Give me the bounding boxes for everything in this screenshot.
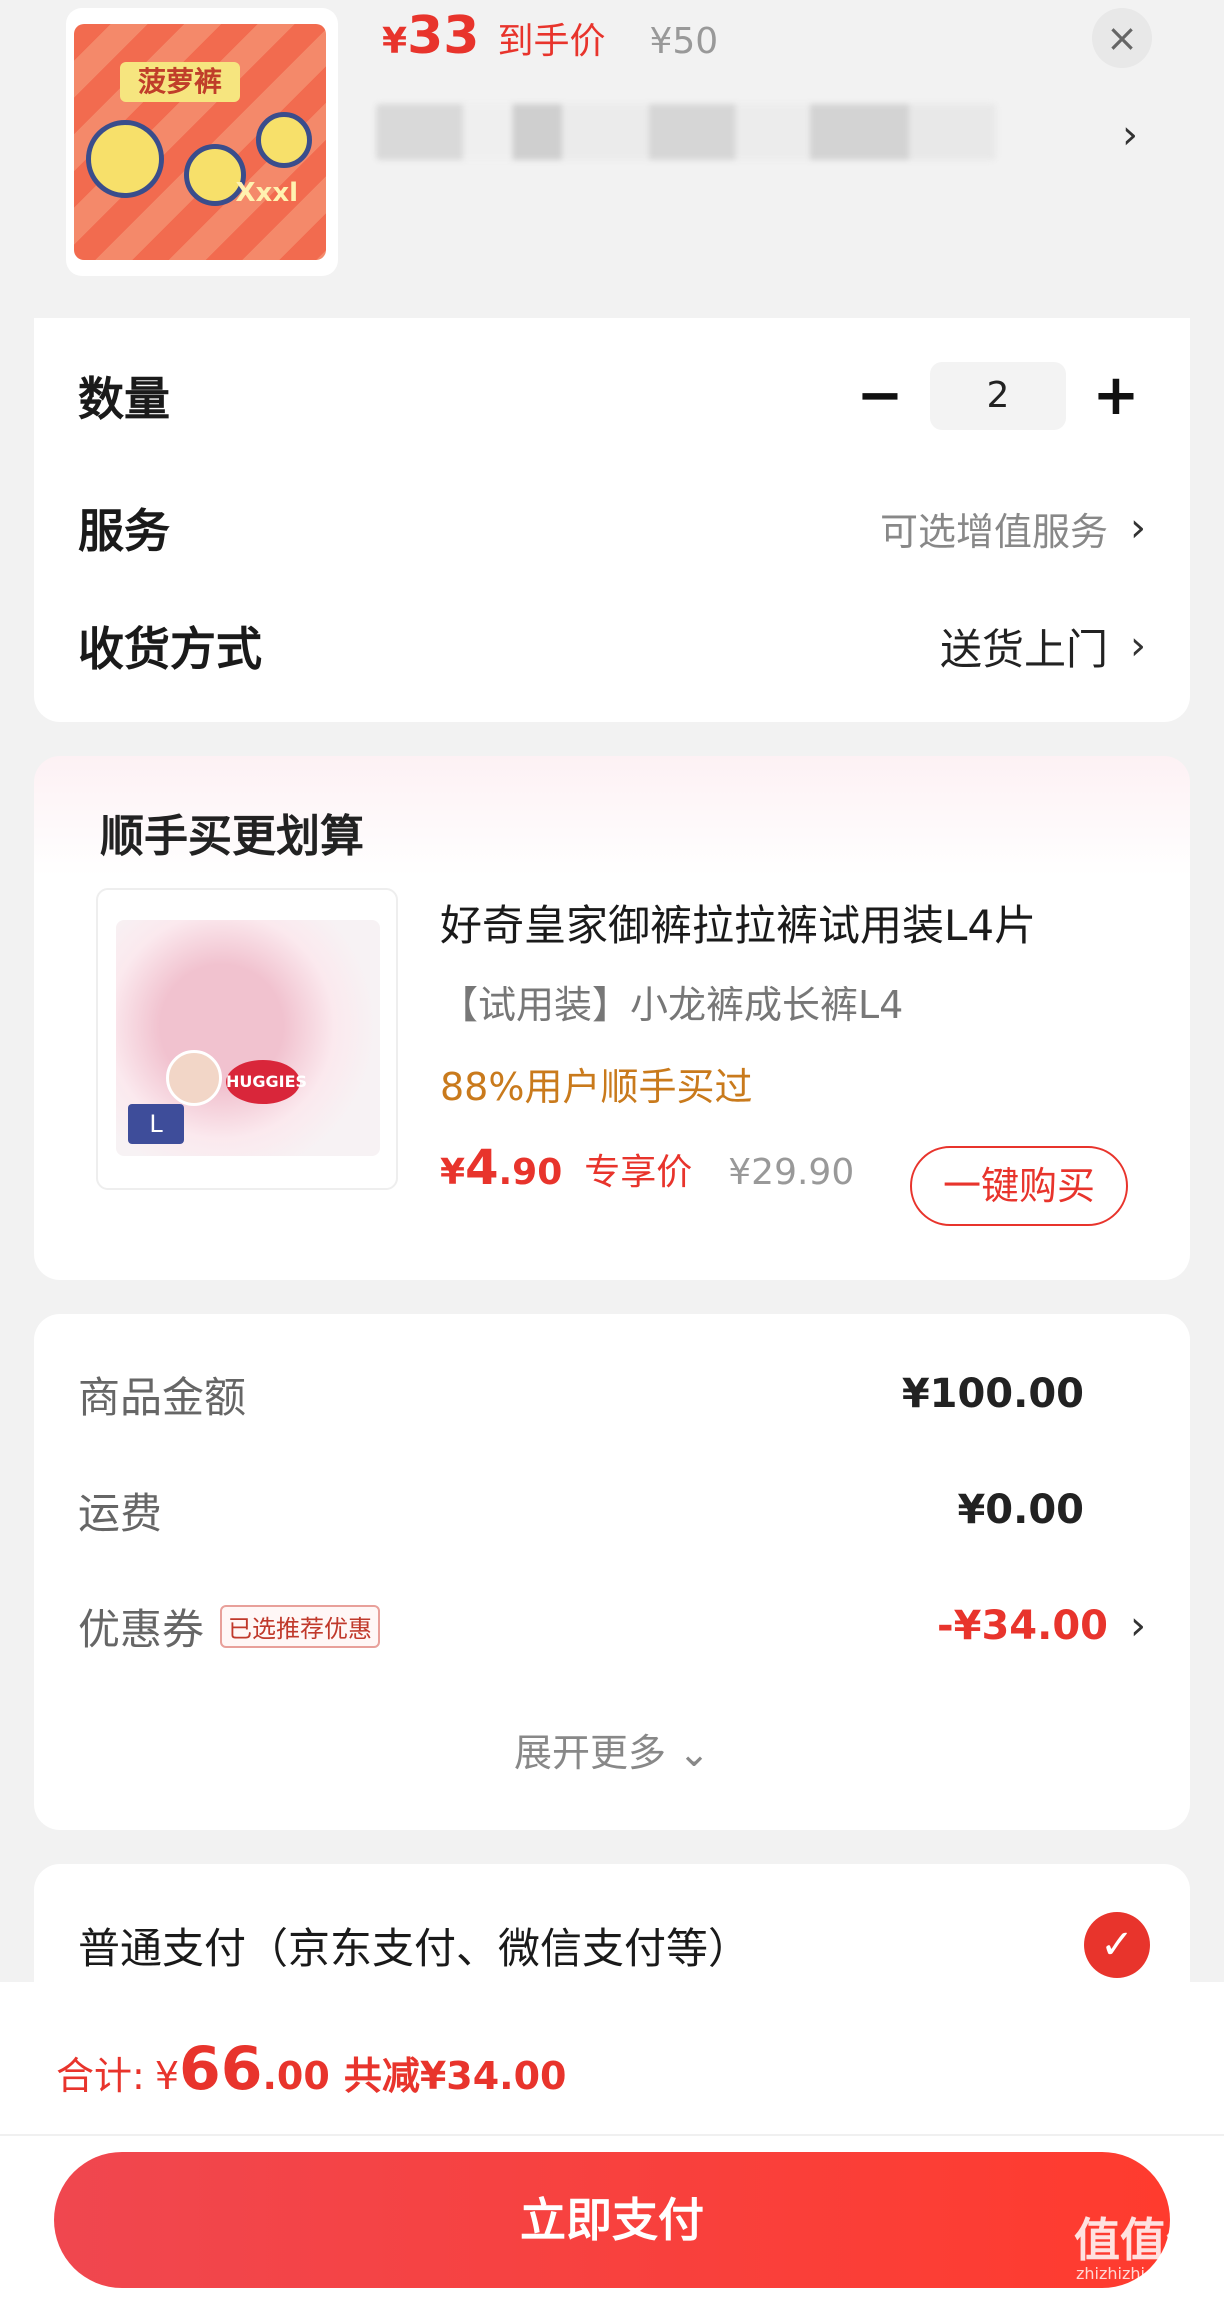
total-saved: 共减¥34.00	[343, 2054, 567, 2098]
total-amount: 合计: ¥ 66 .00 共减¥34.00	[56, 2034, 566, 2104]
total-integer: 66	[179, 2034, 263, 2104]
chevron-right-icon: ›	[1130, 505, 1146, 551]
huggies-logo: HUGGIES	[226, 1060, 307, 1104]
goods-amount-row: 商品金额 ¥100.00	[78, 1344, 1146, 1444]
product-price: ¥ 33 到手价 ¥50	[382, 6, 718, 66]
chevron-right-icon[interactable]: ›	[1122, 112, 1138, 158]
payment-method-label: 普通支付（京东支付、微信支付等）	[78, 1923, 751, 1973]
one-click-buy-button[interactable]: 一键购买	[910, 1146, 1128, 1226]
chevron-right-icon: ›	[1130, 1603, 1146, 1649]
diaper-pack-image: 菠萝裤 Xxxl	[74, 24, 326, 260]
quantity-stepper[interactable]: − 2 +	[850, 362, 1146, 430]
payment-method-row[interactable]: 普通支付（京东支付、微信支付等） ✓	[78, 1900, 1150, 1990]
blurred-product-title[interactable]	[376, 104, 996, 160]
total-symbol: ¥	[154, 2054, 179, 2098]
baby-photo	[166, 1050, 222, 1106]
total-label: 合计:	[56, 2054, 145, 2098]
upsell-card: 顺手买更划算 HUGGIES L 好奇皇家御裤拉拉裤试用装L4片 【试用装】小龙…	[34, 756, 1190, 1280]
service-row[interactable]: 服务 可选增值服务 ›	[78, 478, 1146, 578]
expand-more-button[interactable]: 展开更多 ⌄	[34, 1722, 1190, 1777]
price-value: 33	[407, 6, 480, 66]
upsell-product-image[interactable]: HUGGIES L	[96, 888, 398, 1190]
price-label: 到手价	[497, 21, 606, 62]
coupon-label: 优惠券	[78, 1604, 205, 1654]
delivery-label: 收货方式	[78, 622, 262, 676]
upsell-price: ¥ 4 .90 专享价 ¥29.90	[440, 1140, 854, 1196]
coupon-row[interactable]: 优惠券 已选推荐优惠 -¥34.00 ›	[78, 1576, 1146, 1676]
product-header: 菠萝裤 Xxxl ¥ 33 到手价 ¥50 × ›	[0, 0, 1224, 318]
quantity-input[interactable]: 2	[930, 362, 1066, 430]
flower-icon	[256, 112, 312, 168]
check-icon[interactable]: ✓	[1084, 1912, 1150, 1978]
order-summary-card: 商品金额 ¥100.00 运费 ¥0.00 优惠券 已选推荐优惠 -¥34.00…	[34, 1314, 1190, 1830]
price-symbol: ¥	[382, 21, 408, 62]
price-decimal: .90	[498, 1152, 563, 1193]
close-button[interactable]: ×	[1092, 8, 1152, 68]
quantity-label: 数量	[78, 372, 170, 426]
service-label: 服务	[78, 504, 170, 558]
price-label: 专享价	[584, 1152, 693, 1193]
shipping-value: ¥0.00	[957, 1487, 1084, 1533]
product-thumbnail[interactable]: 菠萝裤 Xxxl	[66, 8, 338, 276]
watermark-logo: 值值值	[1074, 2213, 1212, 2267]
service-value: 可选增值服务	[879, 509, 1108, 554]
original-price: ¥50	[649, 21, 719, 62]
total-decimal: .00	[262, 2054, 330, 2098]
pack-size: Xxxl	[235, 178, 299, 208]
checkout-bar: 合计: ¥ 66 .00 共减¥34.00 立即支付 值值值 zhizhizhi…	[0, 1982, 1224, 2298]
huggies-pack-image: HUGGIES L	[116, 920, 380, 1156]
shipping-row: 运费 ¥0.00	[78, 1460, 1146, 1560]
delivery-row[interactable]: 收货方式 送货上门 ›	[78, 596, 1146, 696]
shipping-label: 运费	[78, 1488, 163, 1538]
options-card: 数量 − 2 + 服务 可选增值服务 › 收货方式 送货上门 ›	[34, 318, 1190, 722]
delivery-value: 送货上门	[939, 624, 1108, 674]
goods-amount-label: 商品金额	[78, 1372, 247, 1422]
divider	[0, 2134, 1224, 2136]
plus-button[interactable]: +	[1086, 366, 1146, 426]
minus-button[interactable]: −	[850, 366, 910, 426]
quantity-row: 数量 − 2 +	[78, 346, 1146, 446]
pack-brand: 菠萝裤	[120, 62, 240, 102]
original-price: ¥29.90	[728, 1152, 855, 1193]
watermark-url: zhizhizhi.com	[1076, 2264, 1185, 2283]
price-integer: 4	[465, 1140, 499, 1196]
upsell-buyers-stat: 88%用户顺手买过	[440, 1065, 753, 1109]
chevron-right-icon: ›	[1130, 623, 1146, 669]
upsell-product-subtitle: 【试用装】小龙裤成长裤L4	[440, 983, 904, 1027]
upsell-title: 顺手买更划算	[100, 811, 364, 862]
coupon-tag: 已选推荐优惠	[220, 1604, 381, 1648]
upsell-product-name[interactable]: 好奇皇家御裤拉拉裤试用装L4片	[440, 892, 1036, 953]
goods-amount-value: ¥100.00	[901, 1371, 1084, 1417]
coupon-value: -¥34.00	[937, 1603, 1108, 1649]
close-icon: ×	[1106, 16, 1138, 60]
pack-size-label: L	[128, 1104, 184, 1144]
pay-now-button[interactable]: 立即支付	[54, 2152, 1170, 2288]
price-symbol: ¥	[440, 1152, 466, 1193]
flower-icon	[86, 120, 164, 198]
